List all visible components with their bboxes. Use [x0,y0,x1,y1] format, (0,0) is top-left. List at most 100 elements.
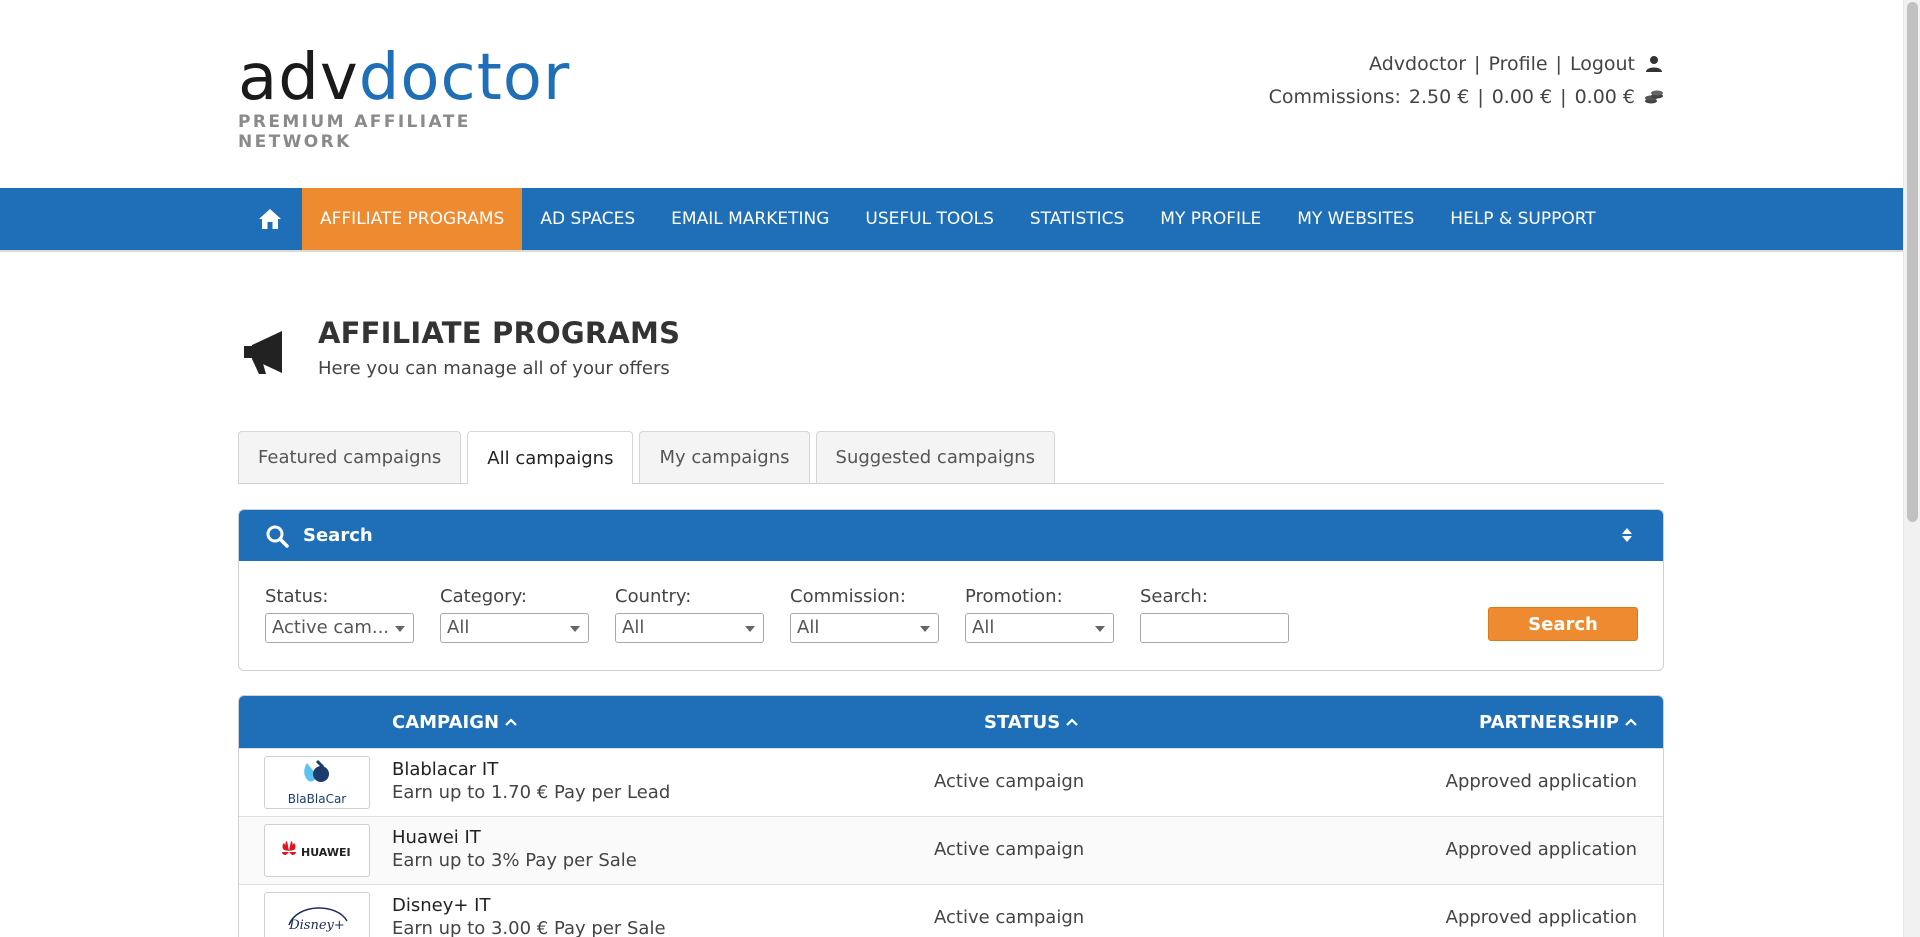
site-header: advdoctor PREMIUM AFFILIATE NETWORK Advd… [0,0,1903,188]
sort-status[interactable]: STATUS [984,696,1079,748]
commission-value: 0.00 € [1574,86,1635,108]
coins-icon [1643,86,1665,108]
search-input[interactable] [1140,613,1289,643]
filter-label: Status: [265,586,329,607]
commission-value: 2.50 € [1408,86,1470,108]
profile-link[interactable]: Profile [1488,53,1547,75]
main-nav: AFFILIATE PROGRAMS AD SPACES EMAIL MARKE… [0,188,1903,252]
page-scrollbar[interactable] [1903,0,1920,937]
svg-text:Disney+: Disney+ [288,918,345,933]
campaign-name[interactable]: Disney+ IT [392,895,490,916]
advdoctor-logo[interactable]: advdoctor PREMIUM AFFILIATE NETWORK [238,46,583,152]
separator: | [1474,53,1481,75]
dropdown-arrow-icon [920,626,930,632]
filter-status: Status: Active cam... [265,586,414,643]
nav-home[interactable] [238,188,302,250]
blablacar-logo[interactable]: BlaBlaCar [264,756,370,809]
page-title: AFFILIATE PROGRAMS [318,316,681,350]
campaign-description: Earn up to 3% Pay per Sale [392,850,637,871]
category-select[interactable]: All [440,613,589,643]
filter-label: Country: [615,586,692,607]
sort-partnership[interactable]: PARTNERSHIP [1479,696,1637,748]
campaign-status: Active campaign [934,839,1085,860]
svg-text:HUAWEI: HUAWEI [301,846,351,859]
search-panel: Search Status: Active cam... Category: A… [238,509,1664,671]
campaign-description: Earn up to 3.00 € Pay per Sale [392,918,666,937]
dropdown-arrow-icon [745,626,755,632]
username-link[interactable]: Advdoctor [1369,53,1466,75]
dropdown-arrow-icon [395,626,405,632]
chevron-up-icon [505,718,517,726]
nav-affiliate-programs[interactable]: AFFILIATE PROGRAMS [302,188,523,250]
partnership-status: Approved application [1445,771,1637,792]
search-panel-title: Search [303,525,373,546]
chevron-up-icon [1625,718,1637,726]
filter-label: Category: [440,586,527,607]
partnership-status: Approved application [1445,907,1637,928]
tab-all-campaigns[interactable]: All campaigns [467,431,634,484]
nav-ad-spaces[interactable]: AD SPACES [522,188,653,250]
logo-part2: doctor [358,41,571,115]
logo-tagline: PREMIUM AFFILIATE NETWORK [238,112,471,152]
filter-category: Category: All [440,586,589,643]
search-button[interactable]: Search [1488,607,1638,641]
country-select[interactable]: All [615,613,764,643]
search-panel-header[interactable]: Search [239,510,1663,561]
partnership-status: Approved application [1445,839,1637,860]
nav-email-marketing[interactable]: EMAIL MARKETING [653,188,847,250]
campaign-description: Earn up to 1.70 € Pay per Lead [392,782,671,803]
svg-text:BlaBlaCar: BlaBlaCar [288,792,347,806]
tab-suggested-campaigns[interactable]: Suggested campaigns [815,431,1056,483]
nav-help-support[interactable]: HELP & SUPPORT [1432,188,1613,250]
commissions-label: Commissions: [1268,86,1401,108]
filter-label: Commission: [790,586,906,607]
filter-label: Search: [1140,586,1208,607]
separator: | [1477,86,1484,108]
campaign-tabs: Featured campaigns All campaigns My camp… [238,431,1664,484]
user-icon [1643,53,1665,75]
commission-value: 0.00 € [1491,86,1553,108]
collapse-toggle-icon[interactable] [1621,527,1633,543]
scrollbar-thumb[interactable] [1907,2,1918,522]
chevron-up-icon [1066,718,1079,726]
dropdown-arrow-icon [1095,626,1105,632]
dropdown-arrow-icon [570,626,580,632]
disney-plus-logo[interactable]: Disney+ [264,892,370,937]
filter-promotion: Promotion: All [965,586,1114,643]
commission-select[interactable]: All [790,613,939,643]
filter-country: Country: All [615,586,764,643]
megaphone-icon [238,324,294,380]
huawei-logo[interactable]: HUAWEI [264,824,370,877]
table-header: CAMPAIGN STATUS PARTNERSHIP [239,696,1663,748]
nav-my-profile[interactable]: MY PROFILE [1142,188,1279,250]
nav-statistics[interactable]: STATISTICS [1012,188,1142,250]
campaign-status: Active campaign [934,771,1085,792]
table-row[interactable]: Disney+ Disney+ IT Earn up to 3.00 € Pay… [239,884,1663,937]
separator: | [1560,86,1567,108]
user-links: Advdoctor | Profile | Logout [1369,53,1665,75]
logo-part1: adv [238,41,359,115]
tab-my-campaigns[interactable]: My campaigns [639,431,810,483]
sort-campaign[interactable]: CAMPAIGN [392,696,517,748]
nav-useful-tools[interactable]: USEFUL TOOLS [847,188,1011,250]
status-select[interactable]: Active cam... [265,613,414,643]
logout-link[interactable]: Logout [1570,53,1635,75]
page-subtitle: Here you can manage all of your offers [318,358,670,379]
campaign-name[interactable]: Huawei IT [392,827,481,848]
page-heading: AFFILIATE PROGRAMS Here you can manage a… [238,316,680,380]
search-icon [266,525,289,548]
search-filters: Status: Active cam... Category: All Coun… [265,586,1289,643]
table-row[interactable]: BlaBlaCar Blablacar IT Earn up to 1.70 €… [239,748,1663,816]
table-row[interactable]: HUAWEI Huawei IT Earn up to 3% Pay per S… [239,816,1663,884]
nav-my-websites[interactable]: MY WEBSITES [1279,188,1432,250]
home-icon [259,209,281,229]
campaign-status: Active campaign [934,907,1085,928]
filter-search-text: Search: [1140,586,1289,643]
campaign-name[interactable]: Blablacar IT [392,759,498,780]
campaigns-table: CAMPAIGN STATUS PARTNERSHIP BlaBlaCar Bl… [238,695,1664,937]
commissions-summary: Commissions: 2.50 € | 0.00 € | 0.00 € [1269,86,1665,108]
promotion-select[interactable]: All [965,613,1114,643]
tab-featured-campaigns[interactable]: Featured campaigns [238,431,462,483]
filter-label: Promotion: [965,586,1063,607]
filter-commission: Commission: All [790,586,939,643]
